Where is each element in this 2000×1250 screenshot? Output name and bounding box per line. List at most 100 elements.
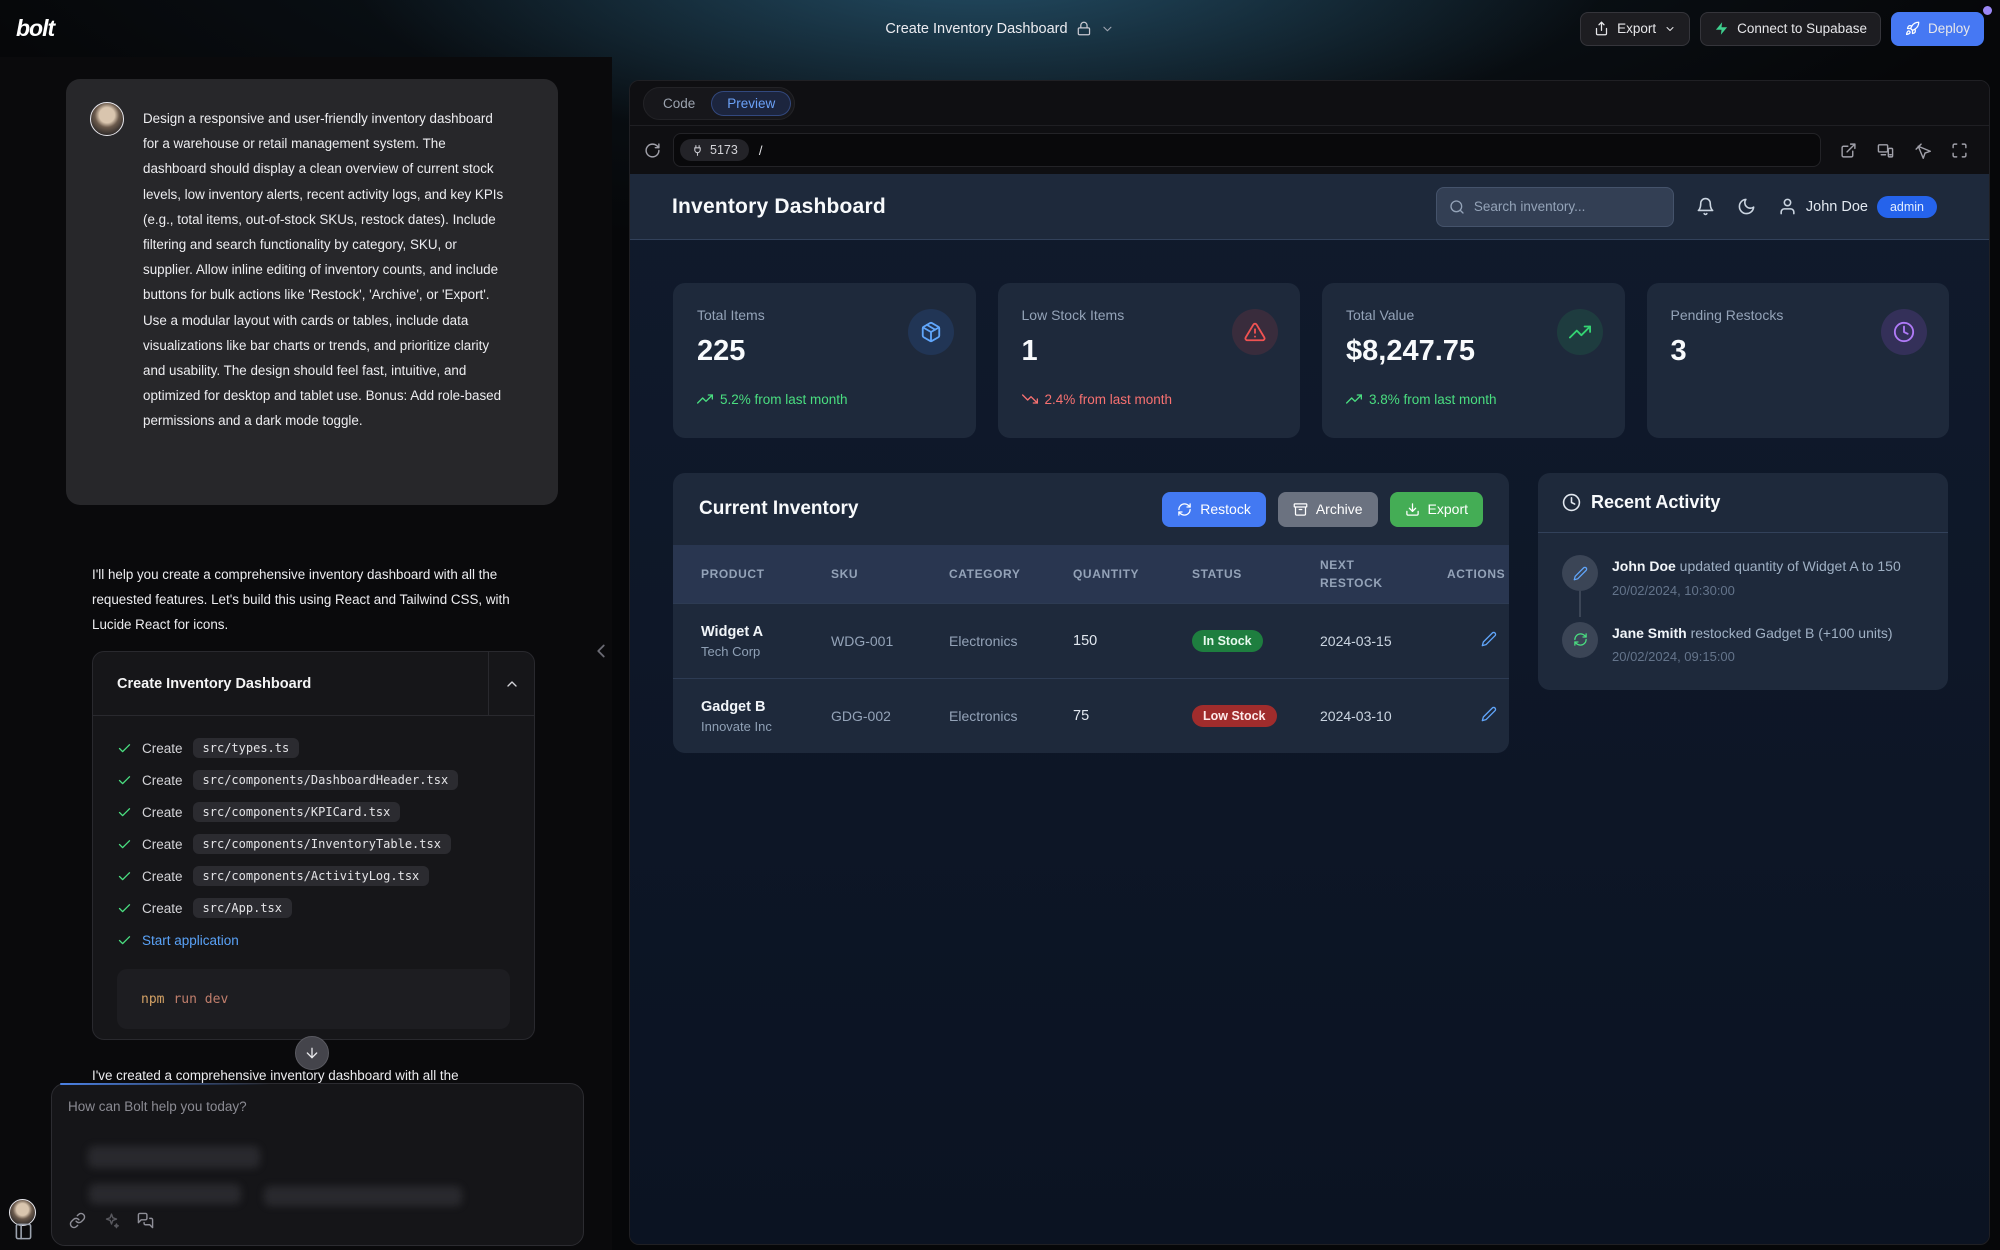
check-icon	[117, 805, 132, 820]
step-file[interactable]: src/components/DashboardHeader.tsx	[193, 770, 459, 790]
step-file[interactable]: src/components/InventoryTable.tsx	[193, 834, 451, 854]
plan-step: Create src/components/InventoryTable.tsx	[117, 828, 510, 860]
archive-icon	[1293, 502, 1308, 517]
user-name: John Doe	[1806, 199, 1868, 215]
user-icon	[1778, 197, 1797, 216]
chevron-down-icon[interactable]	[1101, 22, 1115, 36]
collapse-plan-button[interactable]	[488, 652, 534, 716]
check-icon	[117, 837, 132, 852]
chat-panel: Design a responsive and user-friendly in…	[0, 57, 612, 1250]
alert-triangle-icon	[1232, 309, 1278, 355]
search-input[interactable]	[1474, 199, 1661, 214]
next-restock-date: 2024-03-10	[1320, 708, 1447, 724]
chevron-down-icon	[1664, 23, 1676, 35]
lock-icon	[1077, 21, 1092, 36]
product-category: Electronics	[949, 633, 1073, 649]
arrow-down-icon	[304, 1045, 320, 1061]
share-icon	[1594, 21, 1609, 36]
step-file[interactable]: src/components/KPICard.tsx	[193, 802, 401, 822]
product-category: Electronics	[949, 708, 1073, 724]
port-badge[interactable]: 5173	[680, 139, 749, 161]
tab-code[interactable]: Code	[647, 91, 711, 116]
plan-step: Create src/components/KPICard.tsx	[117, 796, 510, 828]
activity-item: John Doe updated quantity of Widget A to…	[1562, 555, 1924, 598]
kpi-trend-text: 5.2% from last month	[720, 392, 848, 407]
chevron-up-icon	[504, 676, 520, 692]
dark-mode-toggle-moon-icon[interactable]	[1737, 197, 1756, 216]
supabase-bolt-icon	[1714, 21, 1729, 36]
link-icon[interactable]	[69, 1212, 86, 1229]
bulk-actions: Restock Archive Export	[1162, 492, 1483, 527]
activity-item: Jane Smith restocked Gadget B (+100 unit…	[1562, 622, 1924, 665]
preview-controls	[1833, 142, 1975, 159]
edit-pencil-icon[interactable]	[1481, 631, 1497, 647]
export-csv-button[interactable]: Export	[1390, 492, 1483, 527]
devices-icon[interactable]	[1877, 142, 1894, 159]
scroll-to-bottom-button[interactable]	[295, 1036, 329, 1070]
start-application-link[interactable]: Start application	[142, 933, 239, 948]
bell-icon[interactable]	[1696, 197, 1715, 216]
step-file[interactable]: src/components/ActivityLog.tsx	[193, 866, 430, 886]
kpi-trend-text: 3.8% from last month	[1369, 392, 1497, 407]
plan-steps: Create src/types.ts Create src/component…	[93, 716, 534, 956]
refresh-icon[interactable]	[644, 142, 661, 159]
connect-supabase-button[interactable]: Connect to Supabase	[1700, 12, 1881, 46]
check-icon	[117, 869, 132, 884]
activity-title: Recent Activity	[1591, 492, 1720, 513]
main-row: Current Inventory Restock Archive	[673, 473, 1949, 753]
status-badge: In Stock	[1192, 630, 1263, 652]
package-icon	[908, 309, 954, 355]
plan-title: Create Inventory Dashboard	[93, 676, 311, 692]
refresh-icon	[1562, 622, 1598, 658]
search-icon	[1449, 199, 1465, 215]
pointer-off-icon[interactable]	[1914, 142, 1931, 159]
chat-icon[interactable]	[137, 1212, 154, 1229]
url-input[interactable]: 5173 /	[673, 133, 1821, 167]
bolt-workspace: bolt Create Inventory Dashboard Export C…	[0, 0, 2000, 1250]
bolt-logo: bolt	[16, 15, 54, 42]
step-file[interactable]: src/App.tsx	[193, 898, 292, 918]
command-args: run dev	[173, 992, 228, 1007]
step-file[interactable]: src/types.ts	[193, 738, 300, 758]
edit-pencil-icon	[1562, 555, 1598, 591]
export-button[interactable]: Export	[1580, 12, 1690, 46]
activity-list: John Doe updated quantity of Widget A to…	[1538, 533, 1948, 690]
blurred-suggestion	[88, 1146, 260, 1168]
chat-input-toolbar	[69, 1212, 154, 1229]
blurred-suggestion	[89, 1184, 241, 1204]
plan-step: Create src/components/ActivityLog.tsx	[117, 860, 510, 892]
kpi-card-total-value: Total Value $8,247.75 3.8% from last mon…	[1322, 283, 1625, 438]
step-action: Create	[142, 773, 183, 788]
tab-preview[interactable]: Preview	[711, 91, 791, 116]
external-link-icon[interactable]	[1840, 142, 1857, 159]
step-action: Create	[142, 901, 183, 916]
archive-button[interactable]: Archive	[1278, 492, 1378, 527]
deploy-button[interactable]: Deploy	[1891, 12, 1984, 46]
plan-header: Create Inventory Dashboard	[93, 652, 534, 716]
recent-activity-panel: Recent Activity John Doe updated quantit…	[1538, 473, 1948, 690]
activity-action: updated quantity of Widget A to 150	[1680, 558, 1901, 574]
table-header: PRODUCT SKU CATEGORY QUANTITY STATUS NEX…	[673, 545, 1509, 603]
download-icon	[1405, 502, 1420, 517]
topbar-actions: Export Connect to Supabase Deploy	[1580, 12, 1984, 46]
clock-icon	[1881, 309, 1927, 355]
restock-button[interactable]: Restock	[1162, 492, 1266, 527]
command-npm: npm	[141, 992, 164, 1007]
fullscreen-icon[interactable]	[1951, 142, 1968, 159]
kpi-trend: 5.2% from last month	[697, 391, 952, 407]
project-title-group[interactable]: Create Inventory Dashboard	[885, 0, 1114, 57]
kpi-trend: 2.4% from last month	[1022, 391, 1277, 407]
edit-pencil-icon[interactable]	[1481, 706, 1497, 722]
current-inventory-panel: Current Inventory Restock Archive	[673, 473, 1509, 753]
product-supplier: Tech Corp	[701, 644, 831, 659]
header-actions: John Doe admin	[1436, 187, 1937, 227]
panel-left-icon[interactable]	[14, 1222, 33, 1241]
preview-shell: Code Preview 5173 / Inven	[629, 80, 1990, 1245]
top-bar: bolt Create Inventory Dashboard Export C…	[0, 0, 2000, 57]
collapse-chat-chevron-icon[interactable]	[590, 640, 612, 662]
sparkles-icon[interactable]	[103, 1212, 120, 1229]
user-menu[interactable]: John Doe admin	[1778, 196, 1937, 218]
view-toggle: Code Preview	[643, 87, 795, 120]
activity-timestamp: 20/02/2024, 09:15:00	[1612, 649, 1893, 664]
port-number: 5173	[710, 143, 738, 157]
